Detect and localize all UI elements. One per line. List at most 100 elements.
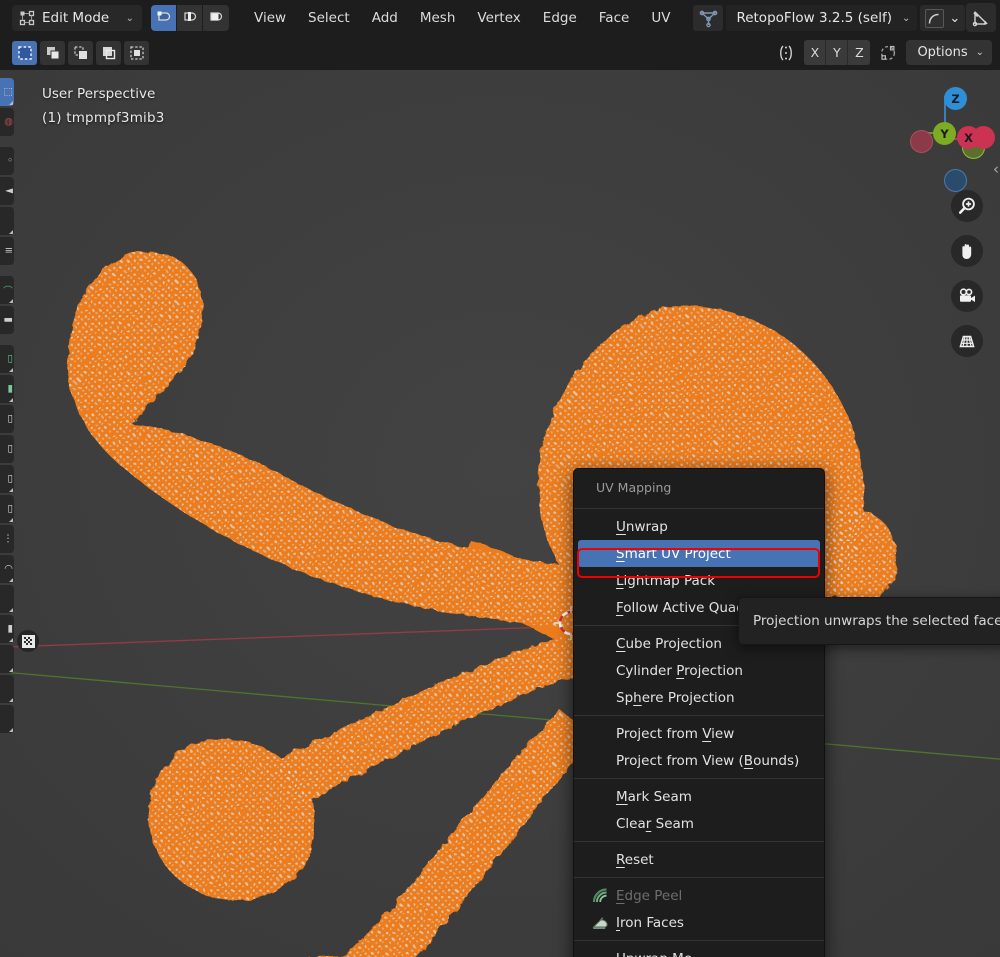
inset-faces-tool[interactable]: ▯	[0, 405, 14, 433]
menu-divider	[574, 940, 824, 941]
menu-divider	[574, 877, 824, 878]
retopoflow-icon[interactable]	[693, 5, 724, 31]
menu-mesh[interactable]: Mesh	[409, 6, 467, 30]
sidebar-toggle-button[interactable]: ‹	[993, 160, 999, 178]
zoom-button[interactable]	[951, 190, 983, 222]
viewport-header: Edit Mode ⌄ View Select Add Mesh Vertex …	[0, 0, 1000, 36]
navigation-gizmo[interactable]: Y Z	[902, 82, 995, 192]
poly-build-tool[interactable]: ⋮	[0, 525, 14, 553]
menu-item-mark-seam[interactable]: Mark Seam	[574, 783, 824, 810]
loop-cut-tool[interactable]: ▯	[0, 465, 14, 493]
menu-select[interactable]: Select	[297, 6, 361, 30]
gizmo-axis-neg-x[interactable]	[910, 130, 933, 153]
iron-icon	[592, 914, 609, 931]
magnifier-plus-icon	[958, 197, 975, 214]
rip-region-tool[interactable]	[0, 705, 14, 733]
select-new-button[interactable]	[12, 41, 37, 65]
uv-mapping-context-menu[interactable]: UV Mapping Unwrap Smart UV Project Light…	[573, 468, 825, 957]
tooltip: Projection unwraps the selected faces of	[738, 597, 1000, 645]
menu-item-sphere-projection[interactable]: Sphere Projection	[574, 684, 824, 711]
menu-item-reset[interactable]: Reset	[574, 846, 824, 873]
checker-overlay-icon	[21, 634, 36, 649]
options-dropdown[interactable]: Options ⌄	[906, 40, 992, 65]
mode-selector-label: Edit Mode	[42, 10, 110, 26]
retopoflow-preset-dropdown[interactable]: ⌄	[920, 5, 966, 31]
bevel-tool[interactable]: ▯	[0, 435, 14, 463]
menu-vertex[interactable]: Vertex	[466, 6, 531, 30]
extrude-region-tool[interactable]: ▮	[0, 375, 14, 403]
add-cube-tool[interactable]: ▯	[0, 345, 14, 373]
shear-tool[interactable]	[0, 675, 14, 703]
gizmo-axis-z[interactable]: Z	[944, 87, 967, 110]
menu-view[interactable]: View	[243, 6, 297, 30]
menu-item-project-from-view-bounds[interactable]: Project from View (Bounds)	[574, 747, 824, 774]
face-select-mode-button[interactable]	[203, 5, 229, 31]
menu-item-iron-faces[interactable]: Iron Faces	[574, 909, 824, 936]
menu-add[interactable]: Add	[361, 6, 409, 30]
mirror-axis-z[interactable]: Z	[848, 40, 871, 65]
proportional-edit-button[interactable]	[875, 40, 901, 65]
3d-viewport[interactable]: User Perspective (1) tmpmpf3mib3 ⬚ ◍ ◦ ◄…	[0, 70, 1000, 957]
mirror-axis-y[interactable]: Y	[826, 40, 849, 65]
mirror-axis-x[interactable]: X	[804, 40, 827, 65]
gizmo-axis-y[interactable]: Y	[933, 122, 956, 145]
menu-uv[interactable]: UV	[640, 6, 681, 30]
knife-tool[interactable]: ▯	[0, 495, 14, 523]
select-invert-button[interactable]	[96, 41, 121, 65]
vertex-icon	[156, 10, 172, 26]
vertex-select-mode-button[interactable]	[151, 5, 177, 31]
mirror-axis-group: X Y Z	[804, 40, 871, 65]
select-tool-modes	[12, 41, 149, 65]
select-intersect-button[interactable]	[124, 41, 149, 65]
menu-item-clear-seam[interactable]: Clear Seam	[574, 810, 824, 837]
gizmo-axis-neg-z[interactable]	[944, 169, 967, 192]
menu-item-unwrap-me[interactable]: Unwrap Me	[574, 945, 824, 957]
transform-orientation-button[interactable]	[966, 3, 996, 32]
move-tool[interactable]: ◄	[0, 177, 14, 205]
rotate-tool[interactable]	[0, 207, 14, 235]
shrink-fatten-tool[interactable]	[0, 645, 14, 673]
tool-settings-bar: X Y Z Options ⌄	[0, 36, 1000, 70]
menu-item-lightmap-pack[interactable]: Lightmap Pack	[574, 567, 824, 594]
select-circle-tool[interactable]: ◍	[0, 108, 14, 136]
mirror-button[interactable]	[773, 40, 799, 65]
edge-slide-tool[interactable]: ▮	[0, 615, 14, 643]
hand-icon	[962, 244, 972, 259]
context-menu-title: UV Mapping	[596, 480, 672, 495]
retopoflow-version-dropdown[interactable]: RetopoFlow 3.2.5 (self) ⌄	[726, 5, 918, 31]
select-subtract-button[interactable]	[68, 41, 93, 65]
menu-face[interactable]: Face	[588, 6, 641, 30]
menu-item-project-from-view[interactable]: Project from View	[574, 720, 824, 747]
menu-item-edge-peel: Edge Peel	[574, 882, 824, 909]
select-extend-button[interactable]	[40, 41, 65, 65]
chevron-down-icon: ⌄	[902, 12, 911, 24]
annotate-tool[interactable]: ⌒	[0, 276, 14, 304]
transform-orientation-icon	[971, 8, 991, 28]
camera-icon	[959, 288, 975, 302]
menu-bar: View Select Add Mesh Vertex Edge Face UV	[243, 6, 681, 30]
pan-button[interactable]	[951, 235, 983, 267]
measure-tool[interactable]: ▬	[0, 306, 14, 334]
viewport-info-text: User Perspective (1) tmpmpf3mib3	[42, 82, 165, 130]
menu-item-smart-uv-project[interactable]: Smart UV Project	[578, 540, 820, 567]
checker-overlay-button[interactable]	[17, 630, 39, 652]
tool-settings-right: X Y Z Options ⌄	[773, 40, 992, 65]
mesh-select-mode-group	[151, 5, 229, 31]
menu-edge[interactable]: Edge	[532, 6, 588, 30]
toggle-orthographic-button[interactable]	[951, 325, 983, 357]
cursor-tool[interactable]: ◦	[0, 147, 14, 175]
menu-item-unwrap[interactable]: Unwrap	[574, 513, 824, 540]
menu-item-cylinder-projection[interactable]: Cylinder Projection	[574, 657, 824, 684]
scale-tool[interactable]: ≡	[0, 237, 14, 265]
viewport-toolbar: ⬚ ◍ ◦ ◄ ≡ ⌒ ▬ ▯ ▮ ▯ ▯ ▯ ▯ ⋮ ◠ ▮	[0, 78, 14, 733]
camera-view-button[interactable]	[951, 280, 983, 312]
spin-tool[interactable]: ◠	[0, 555, 14, 583]
face-icon	[208, 10, 224, 26]
viewport-object-label: (1) tmpmpf3mib3	[42, 110, 165, 126]
select-extend-icon	[46, 47, 59, 60]
edge-select-mode-button[interactable]	[177, 5, 203, 31]
mode-selector[interactable]: Edit Mode ⌄	[12, 5, 142, 31]
edge-peel-icon	[592, 887, 609, 904]
tweak-tool[interactable]: ⬚	[0, 78, 14, 106]
smooth-tool[interactable]	[0, 585, 14, 613]
